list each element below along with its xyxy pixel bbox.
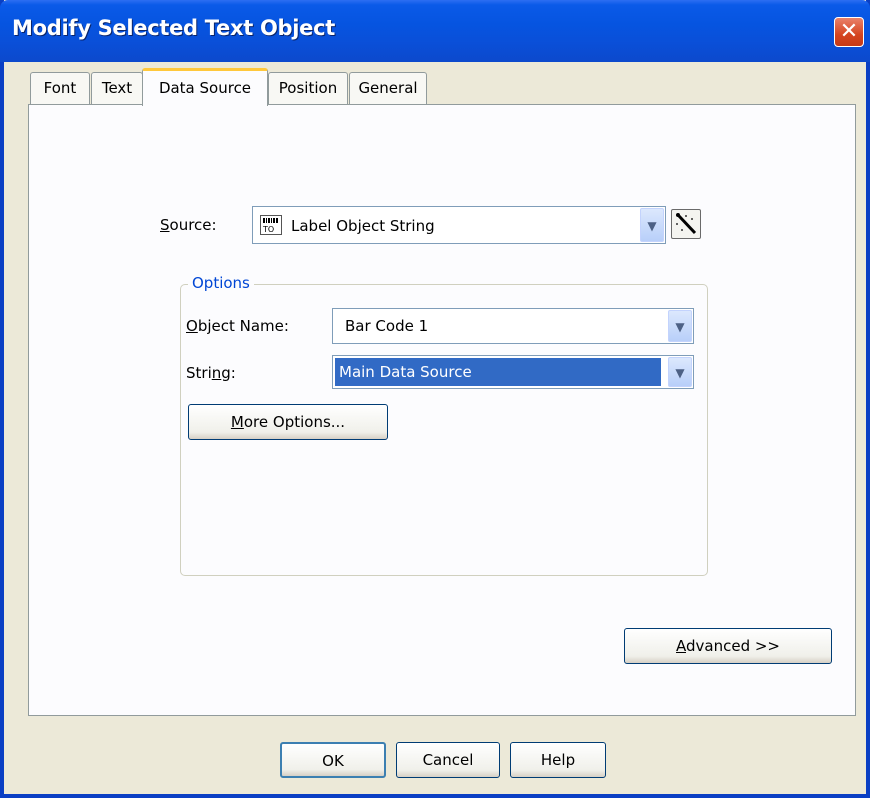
- source-combo[interactable]: TO Label Object String ▼: [252, 206, 666, 244]
- wizard-button[interactable]: [671, 209, 701, 239]
- tab-position[interactable]: Position: [268, 72, 348, 104]
- tab-label: General: [358, 79, 418, 97]
- ok-button[interactable]: OK: [280, 742, 386, 778]
- string-combo[interactable]: Main Data Source ▼: [332, 355, 694, 389]
- tab-font[interactable]: Font: [30, 72, 90, 104]
- advanced-button[interactable]: Advanced >>: [624, 628, 832, 664]
- string-value: Main Data Source: [335, 358, 661, 386]
- tab-label: Data Source: [158, 79, 252, 97]
- tab-text[interactable]: Text: [91, 72, 143, 104]
- object-name-label: Object Name:: [186, 317, 289, 335]
- object-name-value: Bar Code 1: [345, 317, 429, 335]
- close-button[interactable]: ✕: [834, 17, 864, 47]
- close-icon: ✕: [839, 19, 859, 44]
- window-title: Modify Selected Text Object: [12, 16, 335, 40]
- source-value: Label Object String: [291, 217, 435, 235]
- chevron-down-icon[interactable]: ▼: [668, 357, 692, 387]
- chevron-down-icon[interactable]: ▼: [640, 208, 664, 242]
- tab-label: Text: [101, 79, 133, 97]
- cancel-button[interactable]: Cancel: [396, 742, 500, 778]
- chevron-down-icon[interactable]: ▼: [668, 310, 692, 342]
- options-legend: Options: [188, 274, 254, 292]
- tab-general[interactable]: General: [349, 72, 427, 104]
- svg-text:TO: TO: [262, 225, 274, 234]
- label-object-icon: TO: [260, 215, 282, 235]
- tab-data-source[interactable]: Data Source: [142, 68, 268, 106]
- source-label: Source:: [160, 216, 217, 234]
- magic-wand-icon: [672, 213, 700, 242]
- help-button[interactable]: Help: [510, 742, 606, 778]
- title-bar[interactable]: Modify Selected Text Object ✕: [0, 0, 870, 62]
- object-name-combo[interactable]: Bar Code 1 ▼: [332, 308, 694, 344]
- tab-label: Position: [278, 79, 338, 97]
- string-label: String:: [186, 364, 236, 382]
- more-options-button[interactable]: More Options...: [188, 404, 388, 440]
- tab-label: Font: [43, 79, 77, 97]
- dialog-window: Modify Selected Text Object ✕ Font Text …: [0, 0, 870, 798]
